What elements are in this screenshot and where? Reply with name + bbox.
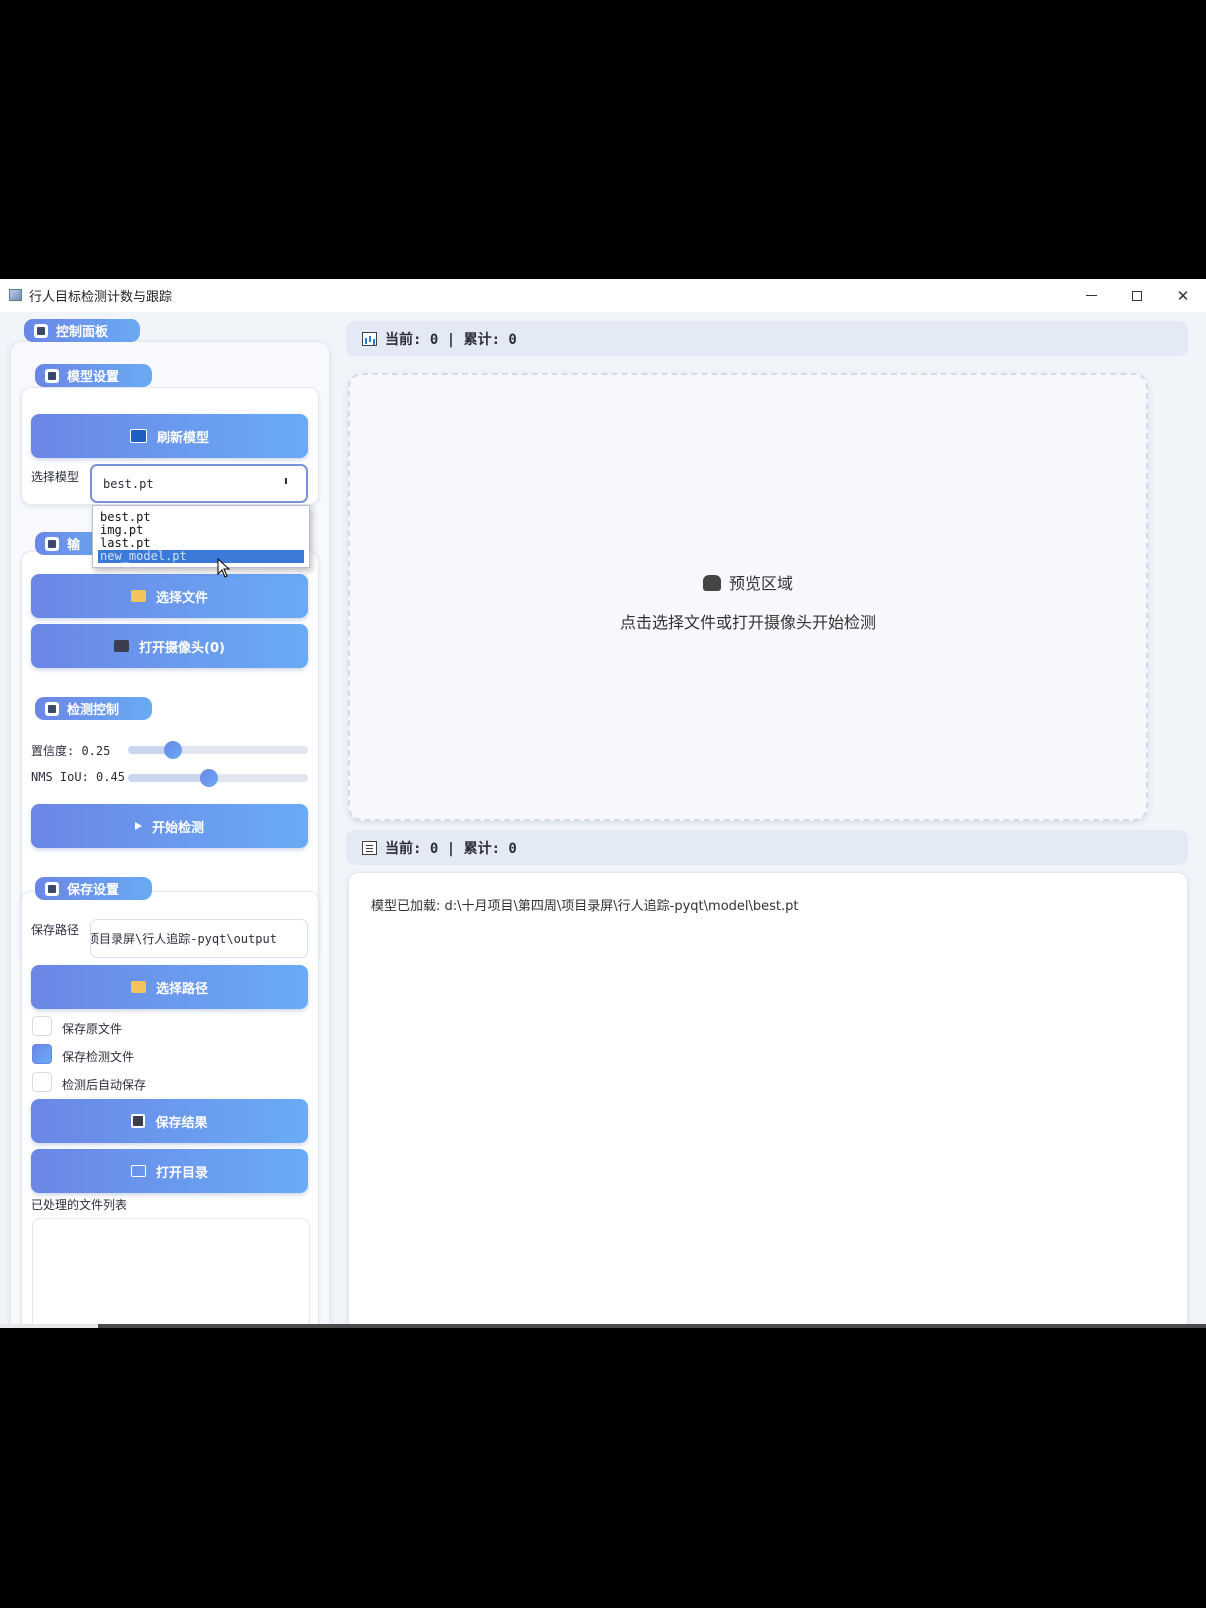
folder-icon — [130, 590, 146, 602]
iou-label: NMS IoU: 0.45 — [31, 770, 125, 784]
taskbar-strip-dark — [98, 1324, 1206, 1328]
log-stats-bar: 当前: 0 | 累计: 0 — [346, 830, 1188, 865]
play-icon — [134, 822, 142, 830]
close-icon: ✕ — [1176, 286, 1190, 305]
refresh-model-label: 刷新模型 — [156, 430, 209, 446]
maximize-button[interactable] — [1114, 279, 1160, 312]
maximize-icon — [1132, 290, 1142, 301]
gear-icon — [45, 701, 59, 716]
floppy-icon — [131, 1114, 146, 1128]
window-title: 行人目标检测计数与跟踪 — [29, 290, 173, 305]
confidence-slider-handle[interactable] — [164, 741, 182, 759]
minimize-button[interactable] — [1068, 279, 1114, 312]
app-icon — [9, 289, 22, 301]
preview-area: 预览区域 点击选择文件或打开摄像头开始检测 — [348, 373, 1148, 821]
select-file-button[interactable]: 选择文件 — [31, 574, 308, 618]
preview-hint: 点击选择文件或打开摄像头开始检测 — [619, 613, 876, 632]
model-dropdown-list[interactable]: best.pt img.pt last.pt new_model.pt — [92, 505, 310, 568]
app-window: 行人目标检测计数与跟踪 ✕ 控制面板 模型设置 刷新模型 选择模型 best.p… — [0, 279, 1206, 1327]
processed-files-list[interactable] — [32, 1218, 310, 1327]
log-panel[interactable]: 模型已加载: d:\十月项目\第四周\项目录屏\行人追踪-pyqt\model\… — [348, 872, 1188, 1327]
refresh-icon — [129, 429, 147, 443]
clipboard-icon — [362, 840, 377, 855]
choose-path-button[interactable]: 选择路径 — [31, 965, 308, 1009]
confidence-slider[interactable] — [128, 741, 308, 759]
model-settings-title-text: 模型设置 — [67, 370, 120, 385]
open-camera-label: 打开摄像头(0) — [139, 640, 225, 656]
control-panel-title-text: 控制面板 — [56, 325, 109, 340]
confidence-label: 置信度: 0.25 — [31, 744, 111, 758]
save-original-label: 保存原文件 — [62, 1022, 123, 1036]
save-path-input[interactable]: 项目录屏\行人追踪-pyqt\output — [90, 919, 308, 958]
detection-control-title: 检测控制 — [35, 697, 152, 720]
model-option-highlighted[interactable]: new_model.pt — [97, 549, 305, 564]
open-directory-button[interactable]: 打开目录 — [31, 1149, 308, 1193]
iou-slider-handle[interactable] — [200, 769, 218, 787]
save-settings-title-text: 保存设置 — [67, 883, 120, 898]
input-settings-title-text: 输 — [67, 538, 81, 553]
model-settings-title: 模型设置 — [35, 364, 152, 387]
preview-title: 预览区域 — [350, 570, 1146, 594]
toolbox-icon — [702, 575, 721, 591]
model-combobox-value: best.pt — [103, 476, 154, 491]
open-folder-icon — [130, 1165, 146, 1177]
preview-stats-text: 当前: 0 | 累计: 0 — [385, 331, 517, 348]
input-icon — [45, 536, 59, 551]
save-results-label: 保存结果 — [155, 1115, 208, 1131]
save-settings-title: 保存设置 — [35, 877, 152, 900]
minimize-icon — [1085, 295, 1097, 296]
refresh-model-button[interactable]: 刷新模型 — [31, 414, 308, 458]
processed-files-label: 已处理的文件列表 — [31, 1198, 128, 1212]
open-camera-button[interactable]: 打开摄像头(0) — [31, 624, 308, 668]
taskbar-strip — [0, 1324, 98, 1328]
model-combobox[interactable]: best.pt — [90, 464, 308, 503]
save-path-value: 项目录屏\行人追踪-pyqt\output — [90, 932, 277, 946]
folder-icon — [130, 981, 146, 993]
save-icon — [45, 881, 59, 896]
save-detected-checkbox[interactable] — [32, 1044, 52, 1064]
iou-slider-fill — [128, 774, 209, 782]
robot-icon — [45, 368, 59, 383]
control-panel-title: 控制面板 — [24, 319, 140, 342]
preview-stats-bar: 当前: 0 | 累计: 0 — [346, 321, 1188, 356]
select-model-label: 选择模型 — [31, 470, 80, 484]
mouse-cursor-icon — [217, 558, 231, 578]
detection-control-title-text: 检测控制 — [67, 703, 120, 718]
open-directory-label: 打开目录 — [155, 1165, 208, 1181]
save-original-checkbox[interactable] — [32, 1016, 52, 1036]
start-detection-button[interactable]: 开始检测 — [31, 804, 308, 848]
start-detection-label: 开始检测 — [151, 820, 204, 836]
iou-slider[interactable] — [128, 769, 308, 787]
preview-title-text: 预览区域 — [728, 574, 793, 593]
auto-save-label: 检测后自动保存 — [62, 1078, 147, 1092]
auto-save-checkbox[interactable] — [32, 1072, 52, 1092]
close-button[interactable]: ✕ — [1160, 279, 1206, 312]
save-results-button[interactable]: 保存结果 — [31, 1099, 308, 1143]
save-path-label: 保存路径 — [31, 923, 80, 937]
save-detected-label: 保存检测文件 — [62, 1050, 135, 1064]
log-stats-text: 当前: 0 | 累计: 0 — [385, 840, 517, 857]
choose-path-label: 选择路径 — [155, 981, 208, 997]
log-line: 模型已加载: d:\十月项目\第四周\项目录屏\行人追踪-pyqt\model\… — [371, 899, 799, 914]
camera-icon — [114, 640, 130, 652]
select-file-label: 选择文件 — [155, 590, 208, 606]
title-bar: 行人目标检测计数与跟踪 ✕ — [0, 279, 1206, 312]
panel-icon — [34, 323, 48, 338]
bar-chart-icon — [362, 331, 377, 346]
combobox-arrow-icon — [285, 478, 287, 484]
